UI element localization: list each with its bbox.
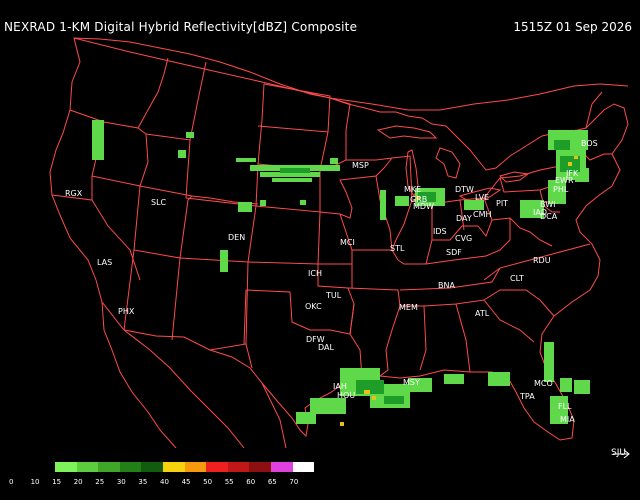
- station-den: DEN: [228, 233, 246, 242]
- scale-tick-label: 0: [9, 478, 14, 486]
- scale-swatch-55: [227, 462, 250, 472]
- station-hou: HOU: [337, 391, 356, 400]
- scale-swatch-20: [76, 462, 99, 472]
- scale-tick-label: 10: [30, 478, 40, 486]
- station-ids: IDS: [433, 227, 447, 236]
- station-atl: ATL: [475, 309, 490, 318]
- station-las: LAS: [97, 258, 113, 267]
- scale-tick-label: 70: [289, 478, 299, 486]
- station-msy: MSY: [403, 378, 420, 387]
- station-fll: FLL: [558, 402, 572, 411]
- scale-swatch-35: [141, 462, 164, 472]
- station-cvg: CVG: [455, 234, 473, 243]
- canada-outline: [73, 37, 629, 111]
- station-cmh: CMH: [473, 210, 492, 219]
- scale-tick-label: 40: [160, 478, 169, 486]
- scale-swatch-30: [119, 462, 142, 472]
- scale-tick-label: 65: [267, 478, 277, 486]
- station-msp: MSP: [352, 161, 369, 170]
- mexico-outline: [101, 301, 287, 448]
- station-dtw: DTW: [455, 185, 474, 194]
- station-dal: DAL: [318, 343, 334, 352]
- scale-tick-label: 55: [224, 478, 234, 486]
- map-timestamp: 1515Z 01 Sep 2026: [513, 20, 632, 34]
- dbz-color-scale: [12, 462, 315, 472]
- station-stl: STL: [390, 244, 405, 253]
- map-title: NEXRAD 1-KM Digital Hybrid Reflectivity[…: [4, 20, 358, 34]
- echo-light: [92, 120, 590, 424]
- echo-mid: [280, 140, 580, 404]
- scale-swatch-0: [12, 462, 34, 472]
- scale-tick-label: 15: [52, 478, 62, 486]
- lake-superior: [376, 125, 438, 139]
- dbz-scale-labels: 0 10 15 20 25 30 35 40 45 50 55 60 65 70: [0, 478, 320, 488]
- station-mke: MKE: [404, 185, 422, 194]
- station-phx: PHX: [118, 307, 135, 316]
- radar-echoes: [92, 120, 590, 426]
- station-lve: LVE: [475, 193, 490, 202]
- scale-swatch-50: [206, 462, 228, 472]
- station-rdu: RDU: [533, 256, 551, 265]
- scale-swatch-10: [33, 462, 56, 472]
- scale-tick-label: 60: [246, 478, 256, 486]
- station-rgx: RGX: [65, 189, 83, 198]
- station-mci: MCI: [340, 238, 355, 247]
- scale-tick-label: 30: [116, 478, 126, 486]
- right-arrow-icon[interactable]: [613, 449, 631, 459]
- lake-huron: [435, 147, 461, 179]
- scale-tick-label: 20: [73, 478, 83, 486]
- station-phl: PHL: [553, 185, 569, 194]
- scale-swatch-25: [98, 462, 120, 472]
- scale-swatch-60: [249, 462, 271, 472]
- station-iah: IAH: [333, 382, 347, 391]
- scale-tick-label: 35: [138, 478, 148, 486]
- station-okc: OKC: [305, 302, 322, 311]
- station-clt: CLT: [510, 274, 524, 283]
- station-mia: MIA: [560, 415, 575, 424]
- scale-tick-label: 25: [95, 478, 105, 486]
- station-day: DAY: [456, 214, 472, 223]
- station-bos: BOS: [581, 139, 598, 148]
- scale-tick-label: 50: [203, 478, 213, 486]
- station-tul: TUL: [326, 291, 342, 300]
- scale-swatch-45: [184, 462, 207, 472]
- scale-tick-label: 45: [181, 478, 191, 486]
- station-dca: DCA: [540, 212, 558, 221]
- station-mco: MCO: [534, 379, 553, 388]
- scale-swatch-65: [270, 462, 293, 472]
- station-ich: ICH: [308, 269, 322, 278]
- station-mem: MEM: [399, 303, 418, 312]
- station-sdf: SDF: [446, 248, 462, 257]
- station-slc: SLC: [151, 198, 167, 207]
- scale-swatch-40: [163, 462, 185, 472]
- station-bna: BNA: [438, 281, 455, 290]
- station-ewr: EWR: [555, 176, 574, 185]
- scale-swatch-70: [292, 462, 315, 472]
- station-tpa: TPA: [520, 392, 535, 401]
- station-pit: PIT: [496, 199, 509, 208]
- station-mdw: MDW: [413, 202, 434, 211]
- scale-swatch-15: [55, 462, 77, 472]
